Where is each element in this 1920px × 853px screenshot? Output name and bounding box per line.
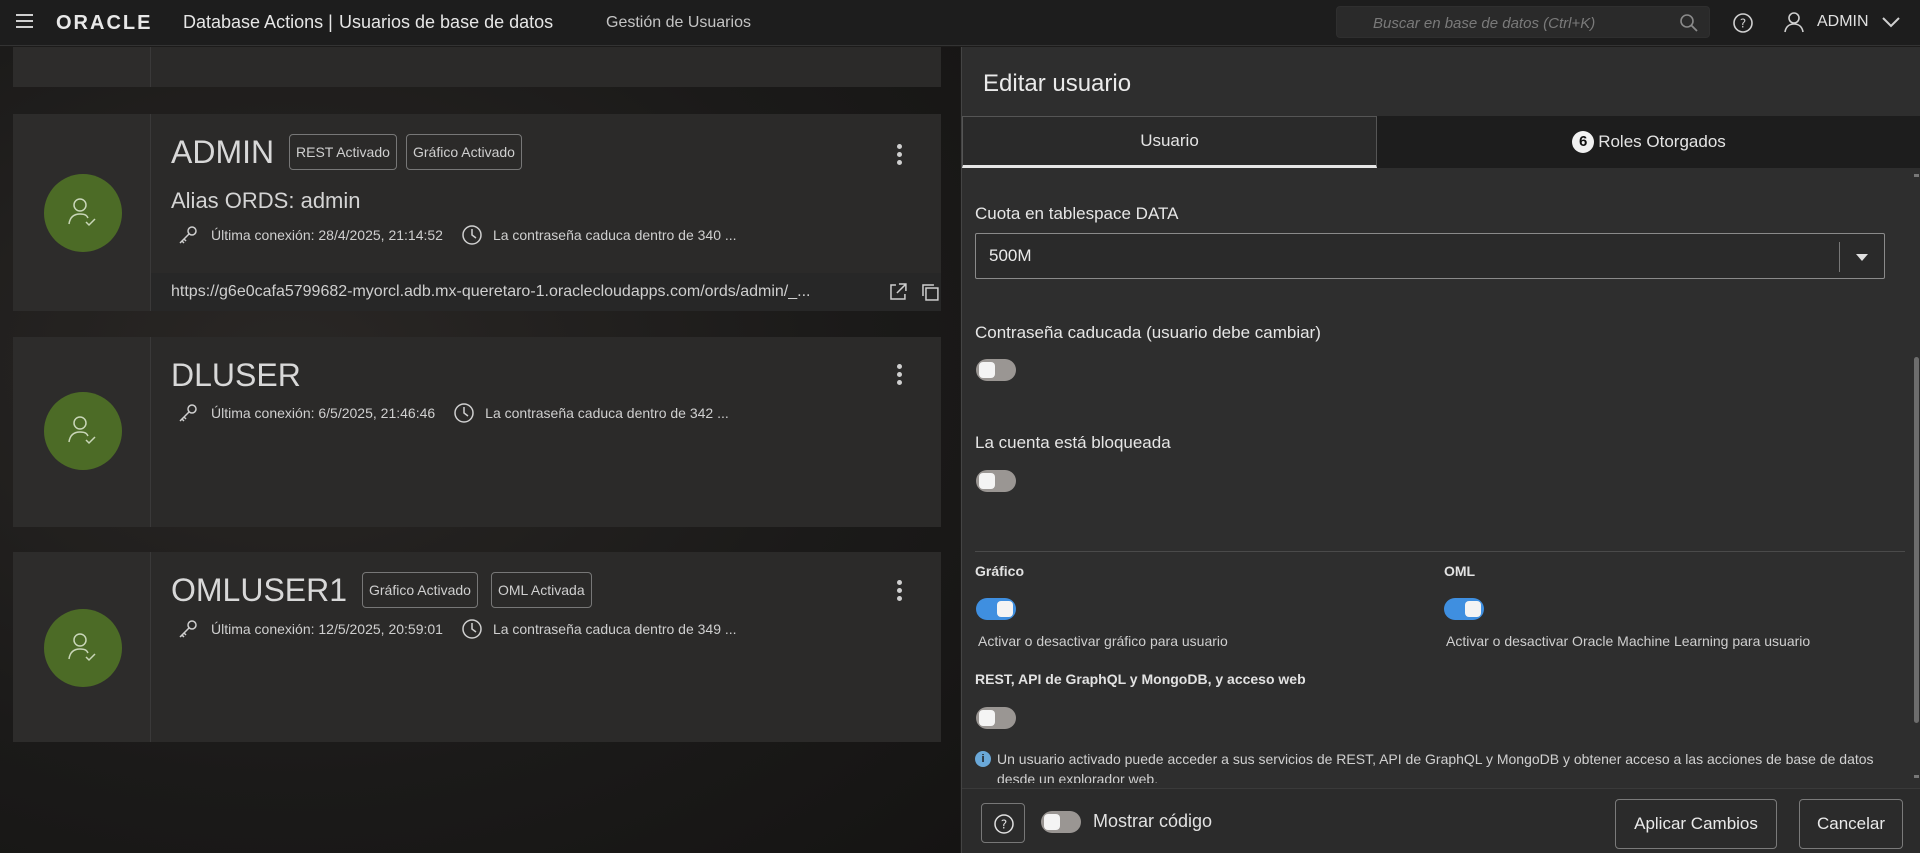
select-divider bbox=[1839, 242, 1840, 272]
user-card-admin[interactable]: ADMIN REST Activado Gráfico Activado Ali… bbox=[13, 114, 941, 311]
clock-icon bbox=[454, 403, 474, 423]
edit-user-drawer: Editar usuario Usuario 6 Roles Otorgados… bbox=[961, 47, 1920, 853]
user-check-icon bbox=[68, 416, 96, 445]
key-icon bbox=[179, 620, 197, 638]
top-bar: ORACLE Database Actions | Usuarios de ba… bbox=[0, 0, 1920, 46]
search-icon[interactable] bbox=[1679, 13, 1699, 33]
drawer-footer: ? Mostrar código Aplicar Cambios Cancela… bbox=[962, 788, 1920, 853]
svg-text:?: ? bbox=[1740, 17, 1746, 31]
help-icon[interactable]: ? bbox=[1731, 11, 1755, 35]
last-login: Última conexión: 28/4/2025, 21:14:52 bbox=[211, 227, 443, 243]
user-icon[interactable] bbox=[1781, 9, 1807, 35]
oml-description: Activar o desactivar Oracle Machine Lear… bbox=[1446, 633, 1811, 649]
more-options-icon[interactable] bbox=[897, 144, 903, 168]
avatar bbox=[44, 392, 122, 470]
password-expiry: La contraseña caduca dentro de 349 ... bbox=[492, 621, 737, 637]
drawer-tabs: Usuario 6 Roles Otorgados bbox=[962, 116, 1920, 168]
roles-count-badge: 6 bbox=[1572, 131, 1595, 153]
avatar bbox=[44, 609, 122, 687]
status-badge: Gráfico Activado bbox=[406, 134, 522, 170]
help-icon: ? bbox=[994, 814, 1014, 834]
graph-toggle[interactable] bbox=[976, 598, 1016, 620]
expired-password-label: Contraseña caducada (usuario debe cambia… bbox=[975, 323, 1321, 342]
user-list: ADMIN REST Activado Gráfico Activado Ali… bbox=[0, 47, 960, 853]
password-expiry: La contraseña caduca dentro de 342 ... bbox=[485, 405, 729, 421]
apply-changes-button[interactable]: Aplicar Cambios bbox=[1615, 799, 1777, 849]
show-code-toggle[interactable] bbox=[1041, 811, 1081, 833]
ords-alias: Alias ORDS: admin bbox=[171, 188, 361, 213]
search-input[interactable] bbox=[1373, 11, 1663, 35]
user-meta: Última conexión: 12/5/2025, 20:59:01 La … bbox=[177, 618, 737, 640]
tab-roles[interactable]: 6 Roles Otorgados bbox=[1377, 116, 1920, 168]
user-card-omluser1[interactable]: OMLUSER1 Gráfico Activado OML Activada Ú… bbox=[13, 552, 941, 742]
last-login: Última conexión: 12/5/2025, 20:59:01 bbox=[211, 621, 443, 637]
scroll-up-icon[interactable] bbox=[1914, 174, 1919, 177]
avatar-column bbox=[13, 47, 151, 87]
ords-url-bar: https://g6e0cafa5799682-myorcl.adb.mx-qu… bbox=[151, 273, 941, 311]
tab-roles-label: Roles Otorgados bbox=[1598, 132, 1726, 151]
more-options-icon[interactable] bbox=[897, 580, 903, 604]
tab-user-label: Usuario bbox=[1140, 131, 1199, 150]
oml-toggle[interactable] bbox=[1444, 598, 1484, 620]
page-title: Usuarios de base de datos bbox=[339, 12, 554, 32]
page-subtitle: Gestión de Usuarios bbox=[606, 14, 751, 31]
key-icon bbox=[179, 226, 197, 244]
ords-url[interactable]: https://g6e0cafa5799682-myorcl.adb.mx-qu… bbox=[171, 283, 877, 301]
scroll-down-icon[interactable] bbox=[1914, 775, 1919, 778]
drawer-title: Editar usuario bbox=[983, 70, 1132, 97]
quota-label: Cuota en tablespace DATA bbox=[975, 204, 1179, 223]
account-locked-toggle[interactable] bbox=[976, 470, 1016, 492]
graph-title: Gráfico bbox=[975, 563, 1025, 579]
status-badge: REST Activado bbox=[289, 134, 397, 170]
avatar-column bbox=[13, 114, 151, 311]
user-check-icon bbox=[68, 198, 96, 227]
user-meta: Última conexión: 6/5/2025, 21:46:46 La c… bbox=[177, 402, 729, 424]
user-menu-label[interactable]: ADMIN bbox=[1817, 13, 1869, 31]
user-name: OMLUSER1 bbox=[171, 572, 348, 608]
avatar-column bbox=[13, 337, 151, 527]
tab-user[interactable]: Usuario bbox=[962, 116, 1377, 168]
key-icon bbox=[179, 404, 197, 422]
quota-select[interactable]: 500M bbox=[975, 233, 1885, 279]
status-badge: OML Activada bbox=[491, 572, 592, 608]
user-card-partial bbox=[13, 47, 941, 87]
scrollbar[interactable] bbox=[1914, 357, 1919, 723]
clock-icon bbox=[462, 619, 482, 639]
info-icon: i bbox=[975, 751, 991, 767]
info-text: Un usuario activado puede acceder a sus … bbox=[997, 751, 1874, 783]
clock-icon bbox=[462, 225, 482, 245]
user-card-dluser[interactable]: DLUSER Última conexión: 6/5/2025, 21:46:… bbox=[13, 337, 941, 527]
rest-toggle[interactable] bbox=[976, 707, 1016, 729]
show-code-label: Mostrar código bbox=[1093, 811, 1213, 831]
copy-icon[interactable] bbox=[919, 281, 941, 303]
user-meta: Última conexión: 28/4/2025, 21:14:52 La … bbox=[177, 224, 737, 246]
search-box bbox=[1336, 6, 1710, 38]
oracle-logo: ORACLE bbox=[56, 12, 153, 34]
user-check-icon bbox=[68, 633, 96, 662]
help-button[interactable]: ? bbox=[981, 803, 1025, 843]
rest-title: REST, API de GraphQL y MongoDB, y acceso… bbox=[975, 671, 1306, 687]
graph-description: Activar o desactivar gráfico para usuari… bbox=[978, 633, 1228, 649]
avatar bbox=[44, 174, 122, 252]
password-expiry: La contraseña caduca dentro de 340 ... bbox=[492, 227, 737, 243]
menu-icon[interactable] bbox=[16, 14, 33, 30]
avatar-column bbox=[13, 552, 151, 742]
last-login: Última conexión: 6/5/2025, 21:46:46 bbox=[211, 405, 436, 421]
svg-text:?: ? bbox=[1001, 818, 1007, 832]
status-badge: Gráfico Activado bbox=[362, 572, 478, 608]
info-message: i Un usuario activado puede acceder a su… bbox=[975, 749, 1895, 783]
chevron-down-icon[interactable] bbox=[1881, 14, 1901, 30]
section-divider bbox=[975, 551, 1905, 552]
oml-title: OML bbox=[1444, 563, 1476, 579]
cancel-button[interactable]: Cancelar bbox=[1799, 799, 1903, 849]
open-external-icon[interactable] bbox=[887, 281, 909, 303]
more-options-icon[interactable] bbox=[897, 364, 903, 388]
app-name: Database Actions | bbox=[183, 12, 333, 32]
user-name: ADMIN bbox=[171, 134, 275, 170]
account-locked-label: La cuenta está bloqueada bbox=[975, 433, 1171, 452]
expired-password-toggle[interactable] bbox=[976, 359, 1016, 381]
quota-value: 500M bbox=[989, 246, 1032, 265]
chevron-down-icon[interactable] bbox=[1852, 247, 1872, 267]
user-name: DLUSER bbox=[171, 357, 301, 393]
